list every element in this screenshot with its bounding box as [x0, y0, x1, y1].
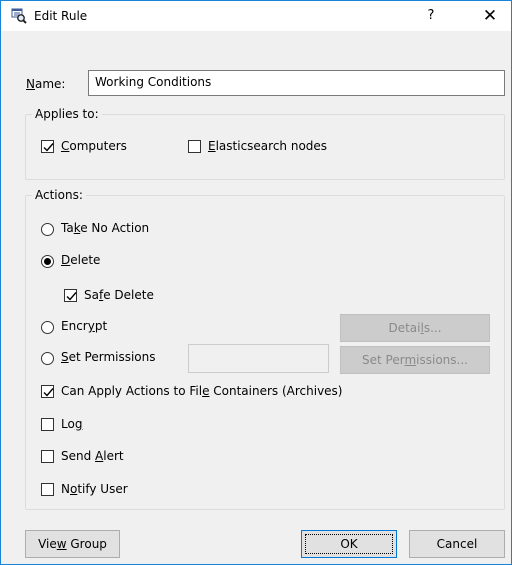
window-title: Edit Rule — [34, 9, 88, 23]
take-no-action-radio[interactable] — [41, 223, 54, 236]
rule-magnifier-icon — [11, 8, 27, 24]
notify-user-checkbox[interactable] — [41, 483, 54, 496]
close-icon: ✕ — [482, 6, 498, 26]
log-checkbox[interactable] — [41, 418, 54, 431]
title-bar: Edit Rule ? ✕ — [1, 1, 511, 31]
view-group-button[interactable]: View Group — [25, 530, 120, 558]
check-icon — [66, 292, 77, 301]
applies-to-legend: Applies to: — [35, 107, 99, 121]
can-apply-actions-label[interactable]: Can Apply Actions to File Containers (Ar… — [61, 384, 343, 398]
ok-button[interactable]: OK — [301, 530, 397, 558]
take-no-action-label[interactable]: Take No Action — [61, 221, 149, 235]
help-button[interactable]: ? — [414, 1, 448, 31]
actions-legend: Actions: — [35, 188, 83, 202]
send-alert-checkbox[interactable] — [41, 450, 54, 463]
log-label[interactable]: Log — [61, 417, 82, 431]
delete-label[interactable]: Delete — [61, 253, 100, 267]
set-permissions-button[interactable]: Set Permissions... — [340, 346, 490, 374]
can-apply-actions-checkbox[interactable] — [41, 385, 54, 398]
elasticsearch-nodes-label[interactable]: Elasticsearch nodes — [208, 139, 327, 153]
set-permissions-radio[interactable] — [41, 352, 54, 365]
check-icon — [43, 143, 54, 152]
close-button[interactable]: ✕ — [469, 1, 511, 31]
safe-delete-checkbox[interactable] — [64, 289, 77, 302]
delete-radio[interactable] — [41, 255, 54, 268]
encrypt-label[interactable]: Encrypt — [61, 319, 107, 333]
focus-rectangle — [305, 534, 393, 554]
name-label: Name: — [26, 77, 66, 91]
send-alert-label[interactable]: Send Alert — [61, 449, 124, 463]
set-permissions-label[interactable]: Set Permissions — [61, 350, 156, 364]
computers-label[interactable]: Computers — [61, 139, 127, 153]
details-button[interactable]: Details... — [340, 314, 490, 342]
notify-user-label[interactable]: Notify User — [61, 482, 128, 496]
elasticsearch-nodes-checkbox[interactable] — [188, 140, 201, 153]
name-input[interactable]: Working Conditions — [88, 70, 505, 96]
edit-rule-dialog: Edit Rule ? ✕ Name: Working Conditions A… — [0, 0, 512, 565]
radio-selected-dot — [44, 258, 51, 265]
cancel-button[interactable]: Cancel — [409, 530, 505, 558]
permissions-text-field[interactable] — [188, 344, 329, 373]
encrypt-radio[interactable] — [41, 321, 54, 334]
safe-delete-label[interactable]: Safe Delete — [84, 288, 154, 302]
computers-checkbox[interactable] — [41, 140, 54, 153]
check-icon — [43, 388, 54, 397]
